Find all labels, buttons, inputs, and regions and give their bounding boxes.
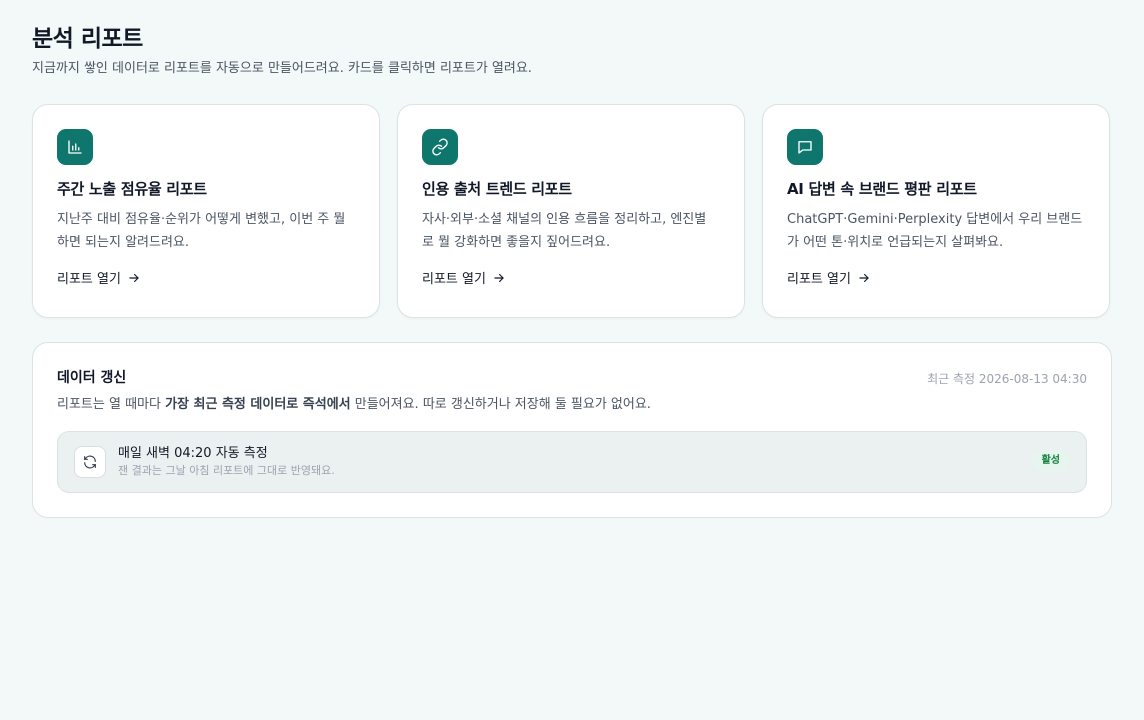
refresh-description: 리포트는 열 때마다 가장 최근 측정 데이터로 즉석에서 만들어져요. 따로 … — [57, 395, 1087, 415]
refresh-title: 데이터 갱신 — [57, 370, 127, 386]
refresh-desc-after: 만들어져요. 따로 갱신하거나 저장해 둘 필요가 없어요. — [350, 397, 651, 412]
status-badge: 활성 — [1032, 451, 1069, 471]
report-cards: 주간 노출 점유율 리포트 지난주 대비 점유율·순위가 어떻게 변했고, 이번… — [32, 104, 1112, 318]
refresh-desc-bold: 가장 최근 측정 데이터로 즉석에서 — [165, 397, 351, 412]
card-title: AI 답변 속 브랜드 평판 리포트 — [787, 180, 977, 198]
message-icon — [787, 129, 823, 165]
open-report-link[interactable]: 리포트 열기 — [422, 268, 506, 287]
schedule-subtitle: 잰 결과는 그날 아침 리포트에 그대로 반영돼요. — [118, 464, 335, 477]
data-refresh-panel: 데이터 갱신 최근 측정 2026-08-13 04:30 리포트는 열 때마다… — [32, 342, 1112, 518]
open-report-link[interactable]: 리포트 열기 — [57, 268, 141, 287]
refresh-desc-before: 리포트는 열 때마다 — [57, 397, 166, 412]
card-title: 인용 출처 트렌드 리포트 — [422, 180, 572, 198]
open-report-label: 리포트 열기 — [787, 272, 851, 287]
open-report-label: 리포트 열기 — [57, 272, 121, 287]
auto-measure-schedule: 매일 새벽 04:20 자동 측정 잰 결과는 그날 아침 리포트에 그대로 반… — [57, 431, 1087, 493]
page-subtitle: 지금까지 쌓인 데이터로 리포트를 자동으로 만들어드려요. 카드를 클릭하면 … — [32, 61, 532, 76]
arrow-right-icon — [129, 273, 139, 282]
card-description: 지난주 대비 점유율·순위가 어떻게 변했고, 이번 주 뭘 하면 되는지 알려… — [57, 212, 346, 250]
report-card-weekly-share[interactable]: 주간 노출 점유율 리포트 지난주 대비 점유율·순위가 어떻게 변했고, 이번… — [32, 104, 380, 318]
card-description: 자사·외부·소셜 채널의 인용 흐름을 정리하고, 엔진별로 뭘 강화하면 좋을… — [422, 212, 707, 250]
card-description: ChatGPT·Gemini·Perplexity 답변에서 우리 브랜드가 어… — [787, 212, 1083, 250]
arrow-right-icon — [494, 273, 504, 282]
arrow-right-icon — [859, 273, 869, 282]
link-icon — [422, 129, 458, 165]
bar-chart-icon — [57, 129, 93, 165]
open-report-label: 리포트 열기 — [422, 272, 486, 287]
last-measured: 최근 측정 2026-08-13 04:30 — [927, 371, 1087, 386]
page-title: 분석 리포트 — [32, 26, 143, 52]
card-title: 주간 노출 점유율 리포트 — [57, 180, 207, 198]
analysis-report-page: 분석 리포트 지금까지 쌓인 데이터로 리포트를 자동으로 만들어드려요. 카드… — [0, 0, 1144, 720]
open-report-link[interactable]: 리포트 열기 — [787, 268, 871, 287]
refresh-icon — [74, 446, 106, 478]
schedule-title: 매일 새벽 04:20 자동 측정 — [118, 446, 268, 461]
report-card-citation-trend[interactable]: 인용 출처 트렌드 리포트 자사·외부·소셜 채널의 인용 흐름을 정리하고, … — [397, 104, 745, 318]
report-card-brand-reputation[interactable]: AI 답변 속 브랜드 평판 리포트 ChatGPT·Gemini·Perple… — [762, 104, 1110, 318]
